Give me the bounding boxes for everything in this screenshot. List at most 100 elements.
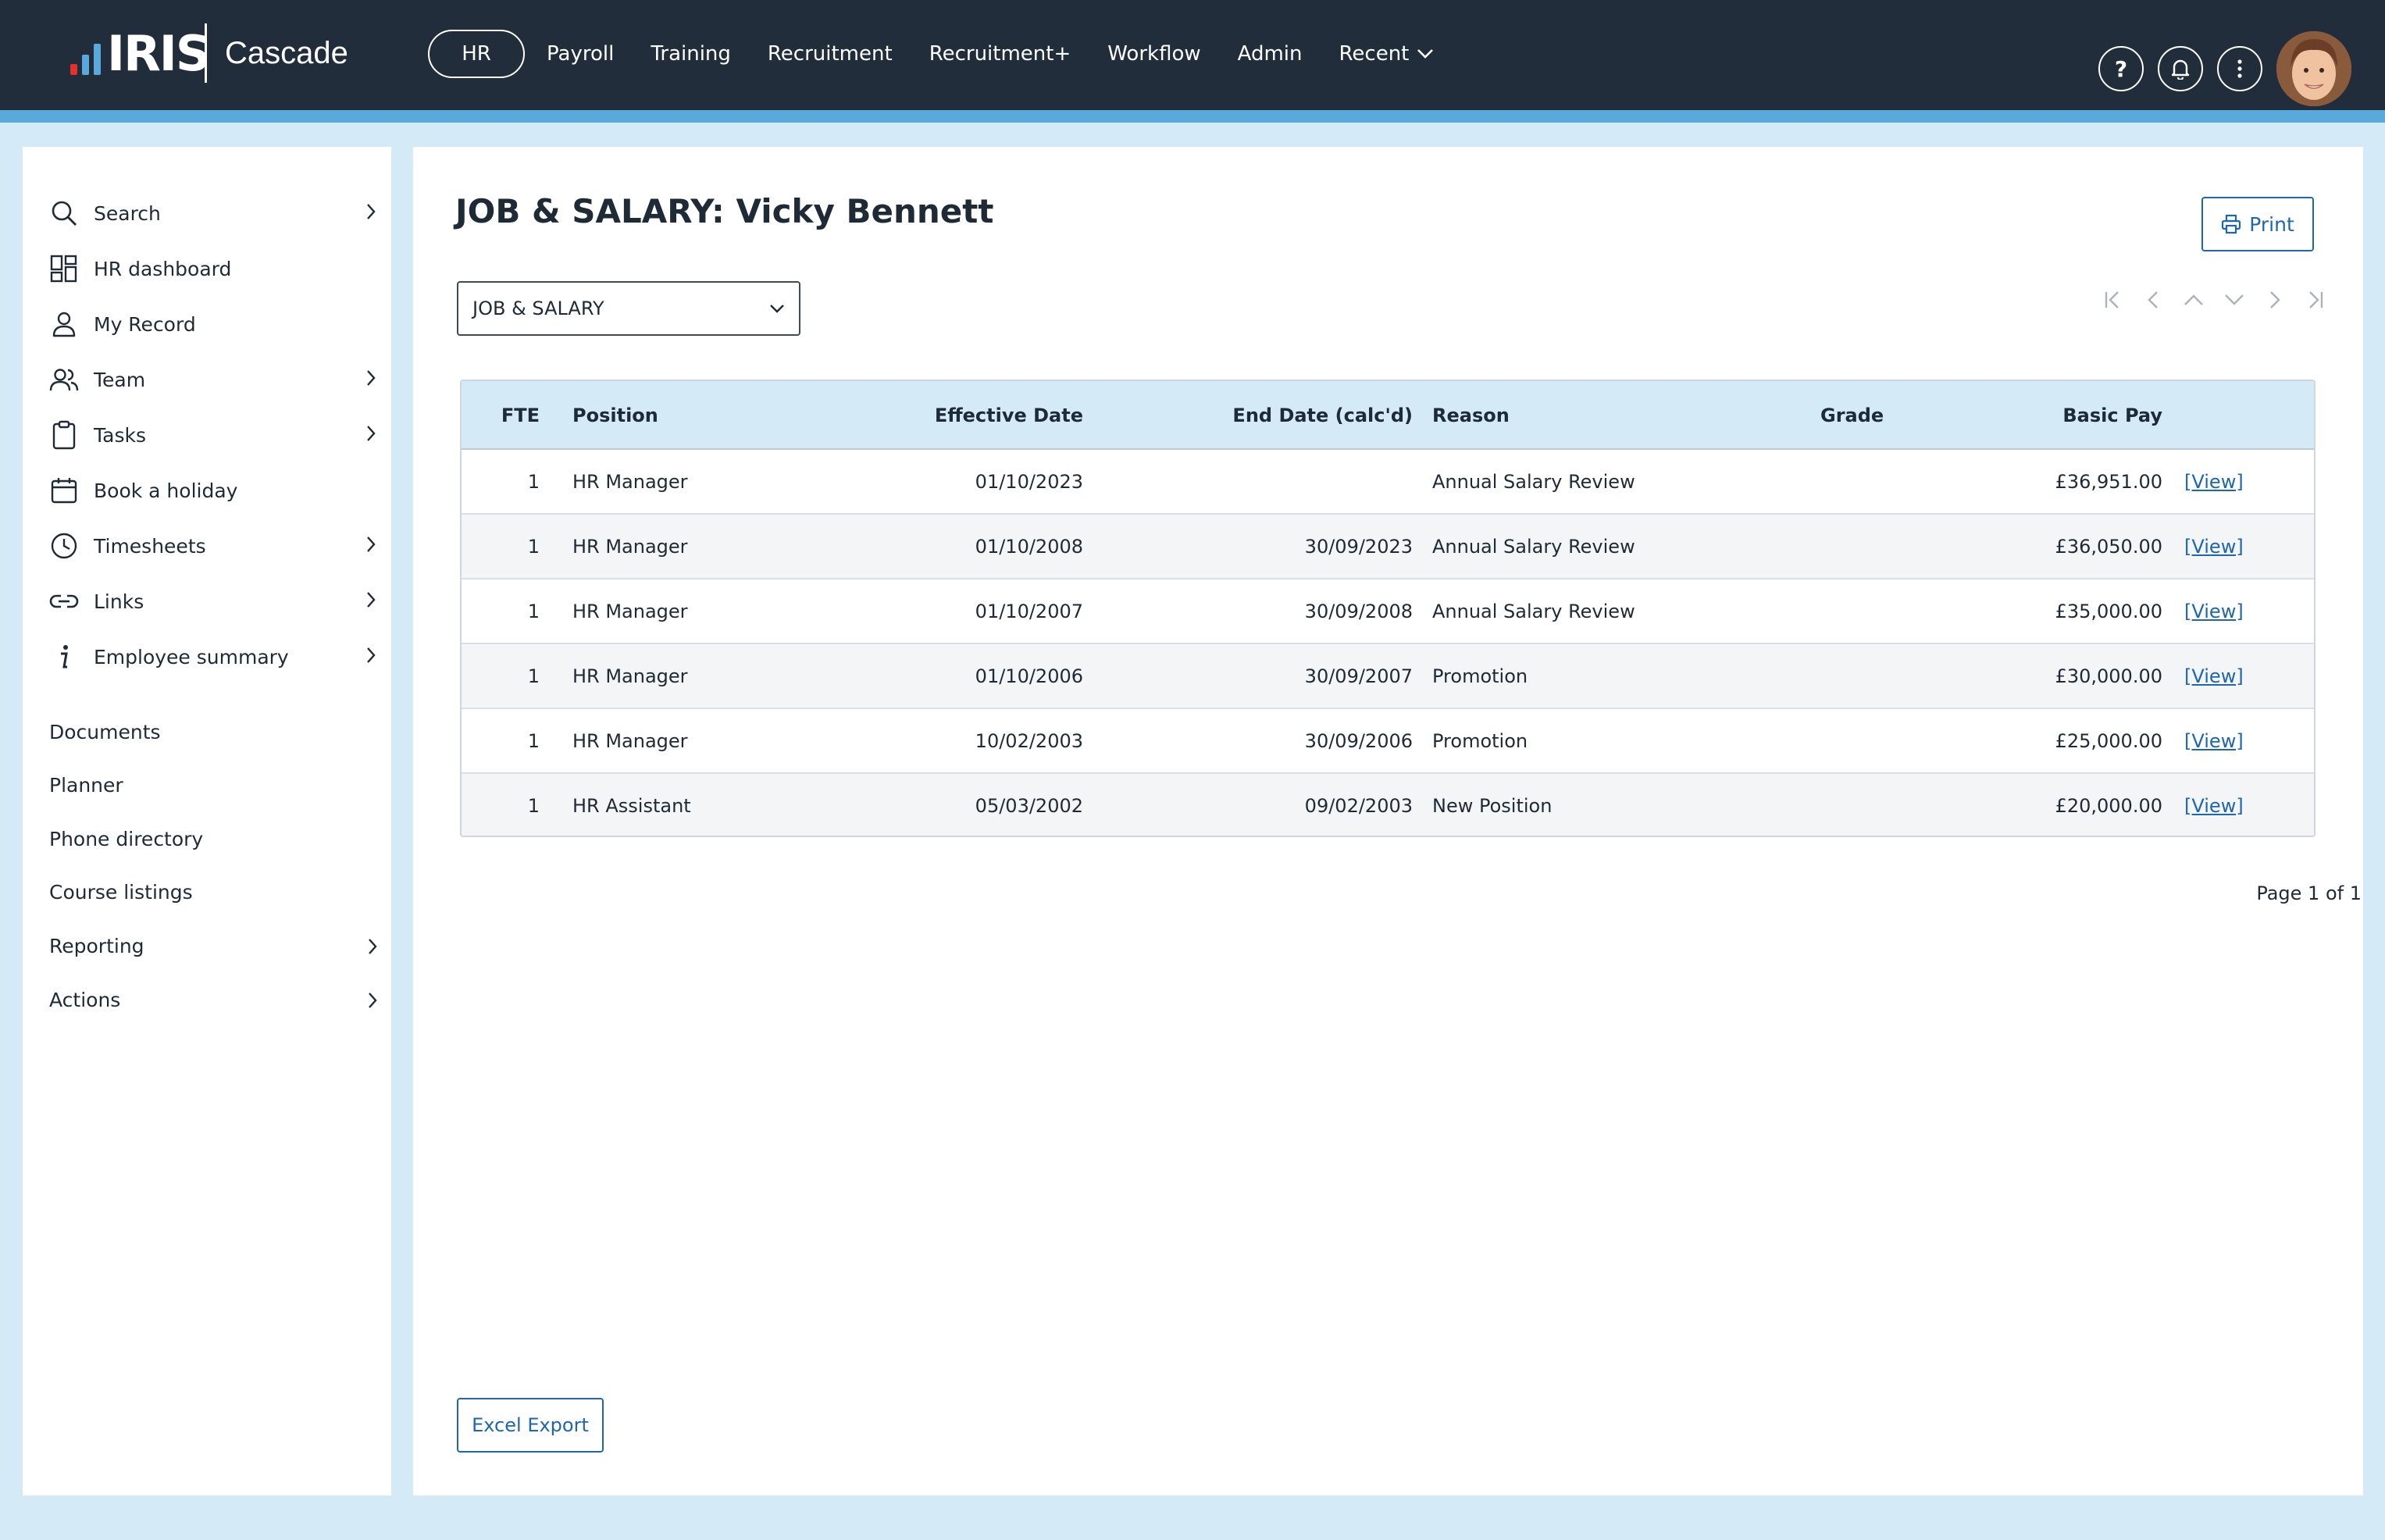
cell-fte: 1: [527, 795, 540, 817]
nav-recent-label: Recent: [1339, 42, 1410, 66]
last-page-icon[interactable]: [2295, 289, 2336, 311]
chevron-right-icon: [369, 993, 377, 1008]
help-icon: ?: [2114, 55, 2128, 82]
sidebar-item-search[interactable]: Search: [48, 190, 376, 237]
cell-effective-date: 10/02/2003: [975, 730, 1083, 752]
main-nav: HR Payroll Training Recruitment Recruitm…: [428, 30, 1471, 78]
cell-basic-pay: £36,050.00: [2055, 536, 2162, 558]
sidebar-item-book-a-holiday[interactable]: Book a holiday: [48, 467, 376, 514]
next-record-icon[interactable]: [2214, 293, 2255, 307]
nav-item-hr[interactable]: HR: [428, 30, 525, 78]
cell-effective-date: 05/03/2002: [975, 795, 1083, 817]
sidebar-item-planner[interactable]: Planner: [49, 770, 377, 801]
logo-text: IRIS: [107, 25, 211, 82]
user-avatar[interactable]: [2276, 31, 2351, 106]
nav-item-training[interactable]: Training: [651, 30, 731, 78]
top-bar-stripe: [0, 110, 2385, 123]
logo-bars-icon: [70, 44, 101, 75]
header-reason[interactable]: Reason: [1432, 381, 1510, 450]
search-icon: [48, 198, 80, 229]
excel-export-button[interactable]: Excel Export: [457, 1398, 604, 1453]
notifications-button[interactable]: [2158, 46, 2203, 91]
sidebar-item-tasks[interactable]: Tasks: [48, 412, 376, 458]
header-end-date[interactable]: End Date (calc'd): [1232, 381, 1413, 450]
person-icon: [48, 308, 80, 340]
help-button[interactable]: ?: [2098, 46, 2144, 91]
view-link[interactable]: [View]: [2184, 774, 2244, 836]
cell-reason: Annual Salary Review: [1432, 471, 1635, 493]
nav-item-recent[interactable]: Recent: [1339, 30, 1435, 78]
sidebar-item-phone-directory[interactable]: Phone directory: [49, 824, 377, 855]
sidebar-item-label: Phone directory: [49, 828, 204, 850]
first-page-icon[interactable]: [2092, 289, 2133, 311]
team-icon: [48, 364, 80, 395]
table-row: 1 HR Manager 01/10/2023 Annual Salary Re…: [462, 450, 2314, 515]
header-grade[interactable]: Grade: [1820, 381, 1884, 450]
view-link[interactable]: [View]: [2184, 515, 2244, 579]
sidebar-item-label: Search: [94, 201, 161, 225]
nav-item-recruitment[interactable]: Recruitment: [768, 30, 893, 78]
nav-item-admin[interactable]: Admin: [1238, 30, 1303, 78]
cell-fte: 1: [527, 471, 540, 493]
table-row: 1 HR Manager 01/10/2006 30/09/2007 Promo…: [462, 644, 2314, 709]
header-basic-pay[interactable]: Basic Pay: [2062, 381, 2162, 450]
view-link[interactable]: [View]: [2184, 579, 2244, 644]
sidebar-item-team[interactable]: Team: [48, 356, 376, 403]
view-select[interactable]: JOB & SALARY: [457, 281, 800, 336]
top-icons: ?: [2098, 31, 2351, 106]
cell-effective-date: 01/10/2007: [975, 601, 1083, 622]
cell-fte: 1: [527, 601, 540, 622]
print-button[interactable]: Print: [2201, 197, 2314, 251]
nav-item-payroll[interactable]: Payroll: [547, 30, 614, 78]
view-link[interactable]: [View]: [2184, 644, 2244, 709]
iris-logo[interactable]: IRIS: [70, 25, 211, 82]
cell-reason: Annual Salary Review: [1432, 601, 1635, 622]
sidebar-item-hr-dashboard[interactable]: HR dashboard: [48, 245, 376, 292]
sidebar-item-label: Actions: [49, 989, 121, 1011]
cell-position: HR Manager: [572, 665, 688, 687]
header-position[interactable]: Position: [572, 381, 658, 450]
cell-effective-date: 01/10/2008: [975, 536, 1083, 558]
chevron-right-icon: [367, 204, 376, 219]
calendar-icon: [48, 475, 80, 506]
sidebar-item-employee-summary[interactable]: Employee summary: [48, 633, 376, 680]
chevron-right-icon: [367, 537, 376, 552]
sidebar-item-label: Reporting: [49, 935, 144, 957]
cell-end-date: 30/09/2006: [1304, 730, 1413, 752]
sidebar-item-label: Links: [94, 590, 144, 613]
table-row: 1 HR Assistant 05/03/2002 09/02/2003 New…: [462, 774, 2314, 836]
cell-end-date: 30/09/2023: [1304, 536, 1413, 558]
table-row: 1 HR Manager 01/10/2007 30/09/2008 Annua…: [462, 579, 2314, 644]
sidebar: Search HR dashboard My Record Team Tasks: [23, 147, 391, 1495]
header-effective-date[interactable]: Effective Date: [935, 381, 1083, 450]
nav-item-recruitment-plus[interactable]: Recruitment+: [929, 30, 1071, 78]
sidebar-item-label: Timesheets: [94, 534, 206, 558]
cell-position: HR Manager: [572, 601, 688, 622]
sidebar-item-label: Course listings: [49, 881, 193, 904]
view-link[interactable]: [View]: [2184, 709, 2244, 774]
chevron-right-icon: [367, 426, 376, 441]
next-page-icon[interactable]: [2255, 289, 2295, 311]
sidebar-item-actions[interactable]: Actions: [49, 985, 377, 1016]
sidebar-item-documents[interactable]: Documents: [49, 717, 377, 748]
previous-record-icon[interactable]: [2173, 293, 2214, 307]
clock-icon: [48, 530, 80, 561]
dashboard-icon: [48, 253, 80, 284]
cell-end-date: 30/09/2007: [1304, 665, 1413, 687]
sidebar-item-course-listings[interactable]: Course listings: [49, 877, 377, 908]
sidebar-item-label: Documents: [49, 721, 161, 743]
sidebar-item-my-record[interactable]: My Record: [48, 301, 376, 348]
nav-item-workflow[interactable]: Workflow: [1107, 30, 1200, 78]
cell-position: HR Manager: [572, 471, 688, 493]
sidebar-item-reporting[interactable]: Reporting: [49, 931, 377, 962]
sidebar-item-timesheets[interactable]: Timesheets: [48, 522, 376, 569]
sidebar-item-links[interactable]: Links: [48, 578, 376, 625]
sidebar-item-label: Book a holiday: [94, 479, 238, 502]
more-options-button[interactable]: [2217, 46, 2262, 91]
view-link[interactable]: [View]: [2184, 450, 2244, 515]
previous-page-icon[interactable]: [2133, 289, 2173, 311]
header-fte[interactable]: FTE: [501, 381, 540, 450]
cell-effective-date: 01/10/2006: [975, 665, 1083, 687]
cell-reason: Promotion: [1432, 665, 1528, 687]
sidebar-item-label: Employee summary: [94, 645, 289, 668]
